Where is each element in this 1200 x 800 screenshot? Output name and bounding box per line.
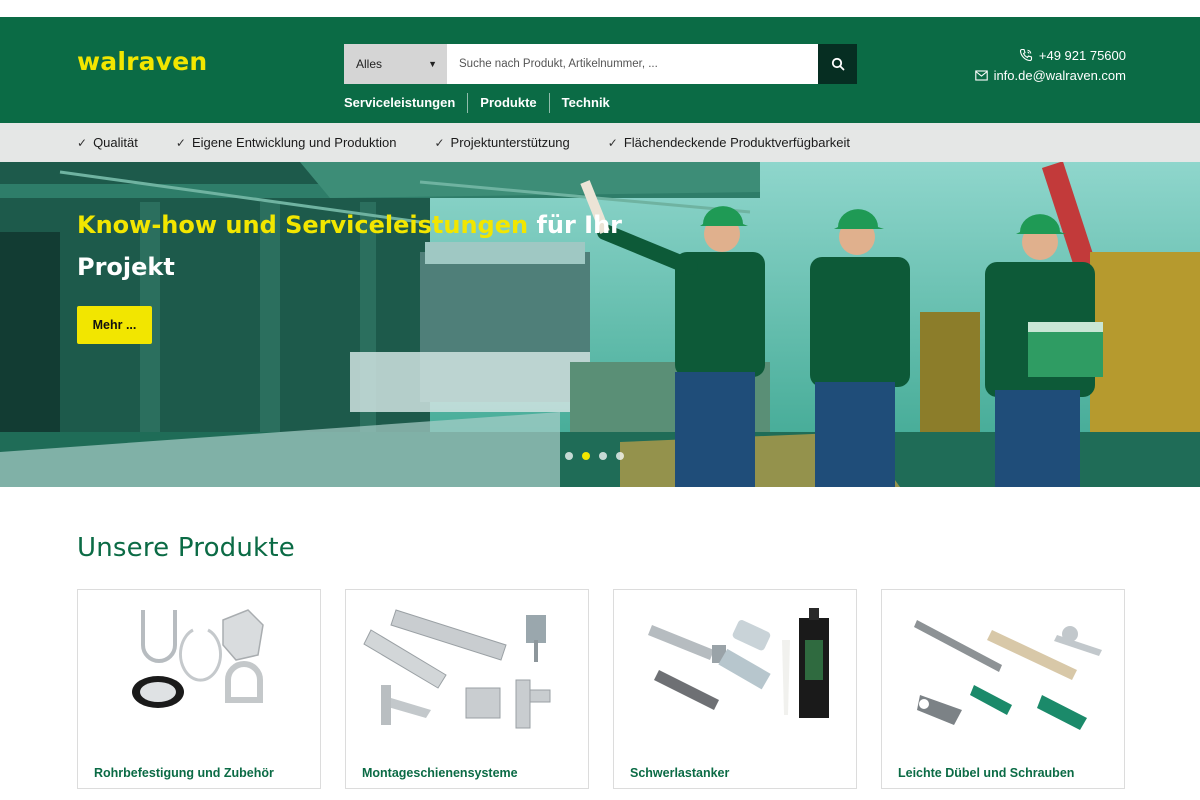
usp-label: Projektunterstützung xyxy=(450,135,570,150)
usp-bar: ✓ Qualität ✓ Eigene Entwicklung und Produk… xyxy=(0,123,1200,162)
check-icon: ✓ xyxy=(77,135,88,150)
product-card-label: Rohrbefestigung und Zubehör xyxy=(94,766,274,780)
usp-item: ✓ Qualität xyxy=(77,135,138,150)
usp-label: Flächendeckende Produktverfügbarkeit xyxy=(623,135,851,150)
usp-label: Qualität xyxy=(93,135,138,150)
mail-icon xyxy=(974,69,988,81)
product-grid: Rohrbefestigung und Zubehör Montageschie… xyxy=(77,589,1200,789)
site-header: walraven Alles ▼ Serviceleistungen Produ… xyxy=(0,17,1200,123)
usp-item: ✓ Eigene Entwicklung und Produktion xyxy=(176,135,397,150)
product-card-label: Schwerlastanker xyxy=(630,766,730,780)
contact-info: +49 921 75600 info.de@walraven.com xyxy=(974,45,1126,85)
search-category-select[interactable]: Alles ▼ xyxy=(344,44,447,84)
check-icon: ✓ xyxy=(434,135,445,150)
products-section: Unsere Produkte Rohrbefestigung und Zube… xyxy=(0,487,1200,789)
usp-item: ✓ Flächendeckende Produktverfügbarkeit xyxy=(608,135,850,150)
hero-banner: Know-how und Serviceleistungen für Ihr P… xyxy=(0,162,1200,487)
product-card-rohrbefestigung[interactable]: Rohrbefestigung und Zubehör xyxy=(77,589,321,789)
hero-more-button[interactable]: Mehr ... xyxy=(77,306,152,344)
phone-link[interactable]: +49 921 75600 xyxy=(975,45,1126,65)
product-card-montageschienen[interactable]: Montageschienensysteme xyxy=(345,589,589,789)
email-link[interactable]: info.de@walraven.com xyxy=(974,65,1126,85)
product-card-label: Leichte Dübel und Schrauben xyxy=(898,766,1075,780)
search-input[interactable] xyxy=(447,44,818,84)
usp-label: Eigene Entwicklung und Produktion xyxy=(191,135,397,150)
check-icon: ✓ xyxy=(175,135,186,150)
carousel-dot[interactable] xyxy=(565,452,573,460)
search-button[interactable] xyxy=(818,44,857,84)
search-icon xyxy=(831,57,844,71)
check-icon: ✓ xyxy=(607,135,618,150)
phone-number: +49 921 75600 xyxy=(1038,47,1126,63)
carousel-dot[interactable] xyxy=(599,452,607,460)
carousel-dots xyxy=(565,452,624,460)
carousel-dot-active[interactable] xyxy=(582,452,590,460)
product-card-schwerlastanker[interactable]: Schwerlastanker xyxy=(613,589,857,789)
nav-item-serviceleistungen[interactable]: Serviceleistungen xyxy=(344,93,467,113)
main-nav: Serviceleistungen Produkte Technik xyxy=(344,93,622,113)
nav-item-technik[interactable]: Technik xyxy=(550,93,622,113)
top-spacer xyxy=(0,0,1200,17)
carousel-dot[interactable] xyxy=(616,452,624,460)
nav-item-produkte[interactable]: Produkte xyxy=(468,93,548,113)
search-category-value: Alles xyxy=(356,57,383,71)
mounting-rail-image xyxy=(363,609,551,729)
pipe-clamp-image xyxy=(132,609,264,708)
hero-headline: Know-how und Serviceleistungen für Ihr P… xyxy=(77,204,637,288)
walraven-logo[interactable]: walraven xyxy=(77,47,207,76)
search-bar: Alles ▼ xyxy=(344,44,857,84)
caret-down-icon: ▼ xyxy=(428,59,437,69)
products-title: Unsere Produkte xyxy=(77,533,295,563)
usp-item: ✓ Projektunterstützung xyxy=(434,135,569,150)
plugs-screws-image xyxy=(914,620,1102,730)
heavy-duty-anchor-image xyxy=(648,608,829,718)
phone-icon xyxy=(1019,48,1032,62)
hero-headline-highlight: Know-how und Serviceleistungen xyxy=(77,211,529,239)
product-card-duebel-schrauben[interactable]: Leichte Dübel und Schrauben xyxy=(881,589,1125,789)
email-address: info.de@walraven.com xyxy=(993,67,1126,83)
product-card-label: Montageschienensysteme xyxy=(362,766,518,780)
